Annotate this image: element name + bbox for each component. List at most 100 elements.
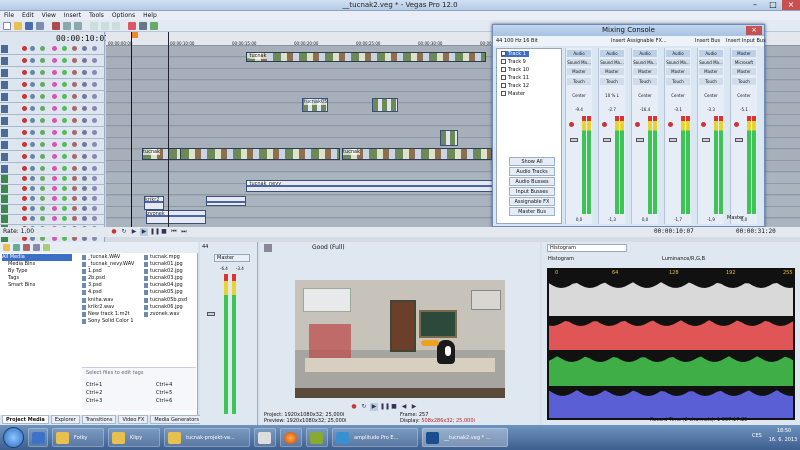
fx-icon[interactable] — [52, 216, 57, 221]
composite-icon[interactable] — [62, 106, 67, 111]
media-file-item[interactable]: kniha.wav — [82, 297, 142, 304]
mute-icon[interactable] — [22, 206, 27, 211]
channel-fader[interactable] — [735, 138, 743, 142]
loop-button[interactable]: ↻ — [120, 228, 128, 236]
arm-record-icon[interactable] — [72, 118, 77, 123]
mix-track-item[interactable]: Master — [501, 91, 525, 97]
channel-record-icon[interactable] — [635, 122, 640, 127]
automation-mode-select[interactable]: Touch — [567, 78, 591, 85]
automation-mode-select[interactable]: Touch — [732, 78, 756, 85]
settings-icon[interactable] — [92, 186, 97, 191]
channel-record-icon[interactable] — [668, 122, 673, 127]
level-icon[interactable] — [40, 58, 45, 63]
preview-stop-button[interactable]: ■ — [390, 403, 398, 411]
routing-select[interactable]: Master — [633, 68, 657, 75]
timeline-clip[interactable] — [440, 130, 458, 146]
arm-record-icon[interactable] — [72, 154, 77, 159]
output-device-select[interactable]: Microsoft — [732, 59, 756, 66]
arm-record-icon[interactable] — [72, 58, 77, 63]
automation-mode-select[interactable]: Touch — [600, 78, 624, 85]
solo-icon[interactable] — [30, 216, 35, 221]
media-file-item[interactable]: tucnak02.jpg — [144, 268, 204, 275]
menu-tools[interactable]: Tools — [89, 11, 104, 20]
tab-project-media[interactable]: Project Media — [2, 415, 49, 424]
level-icon[interactable] — [40, 70, 45, 75]
composite-icon[interactable] — [62, 206, 67, 211]
settings-icon[interactable] — [92, 176, 97, 181]
master-bus-button[interactable]: Master Bus — [509, 207, 555, 216]
automation-mode-select[interactable]: Touch — [633, 78, 657, 85]
automation-icon[interactable] — [82, 58, 87, 63]
routing-select[interactable]: Master — [699, 68, 723, 75]
play-from-start-button[interactable]: ▶ — [130, 228, 138, 236]
preview-prev-frame-button[interactable]: ◀ — [400, 403, 408, 411]
media-file-item[interactable]: New track 1.m2t — [82, 311, 142, 318]
level-icon[interactable] — [40, 106, 45, 111]
maximize-button[interactable]: □ — [764, 0, 782, 10]
solo-icon[interactable] — [30, 176, 35, 181]
timeline-clip[interactable]: _tucnak — [246, 52, 486, 62]
fx-icon[interactable] — [52, 118, 57, 123]
tab-video-fx[interactable]: Video FX — [118, 415, 149, 424]
fx-icon[interactable] — [52, 206, 57, 211]
playhead-cursor[interactable] — [131, 32, 132, 242]
preview-quality-select[interactable]: Good (Full) — [312, 244, 345, 251]
media-file-item[interactable]: zvonek.wav — [144, 311, 204, 318]
track-header[interactable] — [0, 80, 105, 91]
level-icon[interactable] — [40, 154, 45, 159]
preview-loop-button[interactable]: ↻ — [360, 403, 368, 411]
tab-media-generators[interactable]: Media Generators — [150, 415, 203, 424]
media-file-item[interactable]: 3.psd — [82, 282, 142, 289]
redo-icon[interactable] — [74, 22, 82, 30]
fx-icon[interactable] — [52, 106, 57, 111]
automation-icon[interactable] — [82, 196, 87, 201]
routing-select[interactable]: Master — [600, 68, 624, 75]
mute-icon[interactable] — [22, 106, 27, 111]
audio-tracks-button[interactable]: Audio Tracks — [509, 167, 555, 176]
mute-icon[interactable] — [22, 154, 27, 159]
settings-icon[interactable] — [92, 58, 97, 63]
taskbar-item-amplitude[interactable]: amplitude Pro E... — [332, 428, 418, 447]
go-start-button[interactable]: ⏮ — [170, 228, 178, 236]
media-file-item[interactable]: 4.psd — [82, 289, 142, 296]
mix-track-item[interactable]: Track 1 — [501, 51, 529, 57]
routing-select[interactable]: Master — [567, 68, 591, 75]
automation-icon[interactable] — [82, 206, 87, 211]
mix-track-item[interactable]: Track 11 — [501, 75, 529, 81]
track-header[interactable] — [0, 56, 105, 67]
track-header[interactable] — [0, 68, 105, 79]
media-file-item[interactable]: tucnak04.jpg — [144, 282, 204, 289]
solo-icon[interactable] — [30, 142, 35, 147]
timeline-clip[interactable] — [180, 148, 340, 160]
channel-fader[interactable] — [570, 138, 578, 142]
output-device-select[interactable]: Sound Ma... — [567, 59, 591, 66]
level-icon[interactable] — [40, 216, 45, 221]
solo-icon[interactable] — [30, 154, 35, 159]
media-file-item[interactable]: Sony Solid Color 1 — [82, 318, 142, 325]
media-file-item[interactable]: tucnak06.jpg — [144, 304, 204, 311]
minimize-button[interactable]: – — [746, 0, 764, 10]
channel-fader[interactable] — [603, 138, 611, 142]
composite-icon[interactable] — [62, 196, 67, 201]
automation-icon[interactable] — [82, 216, 87, 221]
timeline-clip[interactable] — [206, 196, 246, 206]
fx-icon[interactable] — [52, 46, 57, 51]
mute-icon[interactable] — [22, 176, 27, 181]
mute-icon[interactable] — [22, 186, 27, 191]
fx-icon[interactable] — [52, 142, 57, 147]
histogram-mode-select[interactable]: Luminance/R,G,B — [662, 256, 705, 262]
close-button[interactable]: × — [782, 0, 800, 10]
mixing-close-button[interactable]: × — [746, 26, 762, 35]
output-device-select[interactable]: Sound Ma... — [600, 59, 624, 66]
fx-icon[interactable] — [52, 176, 57, 181]
timeline-clip[interactable]: zvonek — [146, 210, 206, 224]
capture-icon[interactable] — [13, 244, 20, 251]
composite-icon[interactable] — [62, 118, 67, 123]
fx-icon[interactable] — [52, 186, 57, 191]
stop-button[interactable]: ■ — [160, 228, 168, 236]
menu-help[interactable]: Help — [143, 11, 157, 20]
show-all-button[interactable]: Show All — [509, 157, 555, 166]
track-header[interactable] — [0, 92, 105, 103]
media-file-item[interactable]: tucnak01.jpg — [144, 261, 204, 268]
media-file-item[interactable]: tucnak05.jpg — [144, 289, 204, 296]
